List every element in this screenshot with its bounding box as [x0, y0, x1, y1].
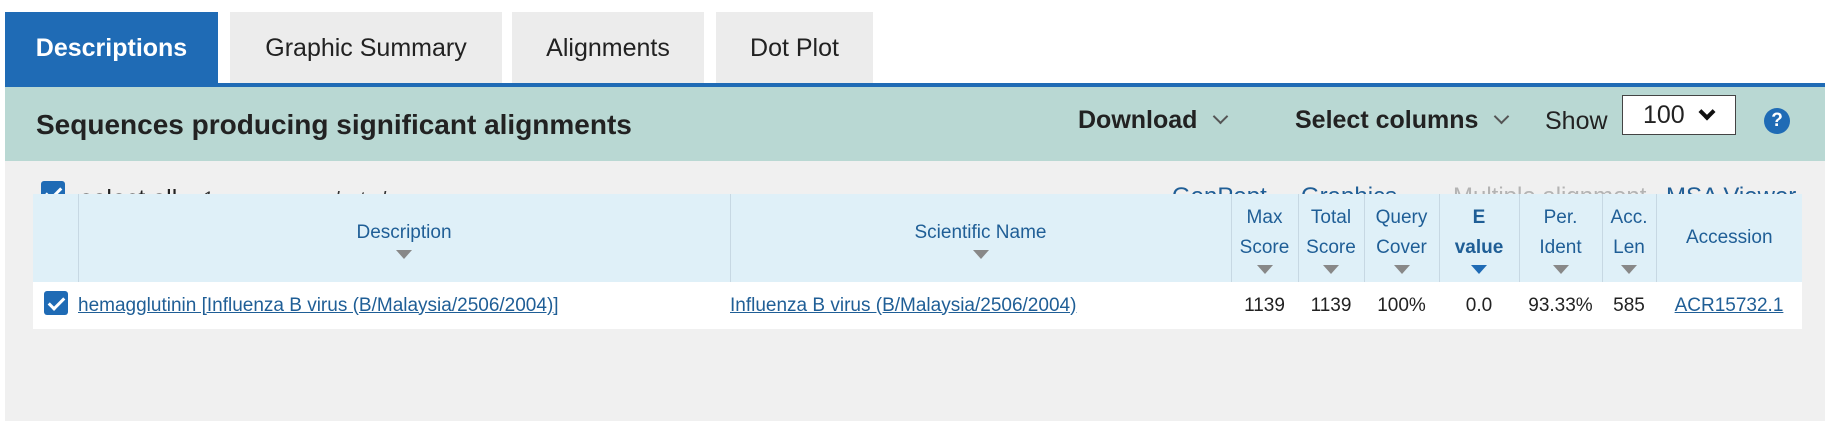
sort-arrow-icon [1256, 264, 1273, 274]
checkbox-checked-icon [43, 290, 68, 315]
query-cover-cell: 100% [1364, 282, 1439, 329]
header-accession-label: Accession [1685, 227, 1773, 248]
download-label: Download [1078, 106, 1198, 134]
results-panel: select all 1 sequences selected GenPept … [5, 161, 1825, 421]
sort-arrow-icon [1393, 264, 1410, 274]
header-max-score-line1: Max [1246, 206, 1283, 228]
show-label: Show [1545, 107, 1608, 135]
header-acc-len-line1: Acc. [1610, 206, 1648, 228]
show-count-value: 100 [1643, 100, 1685, 129]
chevron-down-icon [1698, 103, 1716, 121]
select-columns-menu-button[interactable]: Select columns [1295, 106, 1510, 135]
sort-arrow-icon [396, 249, 412, 259]
page-title: Sequences producing significant alignmen… [36, 109, 632, 140]
chevron-down-icon [1213, 108, 1229, 125]
results-table: Description Scientific Name Max Score To… [33, 194, 1802, 329]
results-tabs: Descriptions Graphic Summary Alignments … [5, 12, 885, 84]
chevron-down-icon [1494, 108, 1510, 125]
sort-arrow-icon [1552, 264, 1569, 274]
header-description-label: Description [356, 221, 452, 243]
sort-arrow-icon [1621, 264, 1637, 274]
help-icon[interactable]: ? [1764, 108, 1790, 134]
results-header-bar: Sequences producing significant alignmen… [5, 87, 1825, 161]
row-scientific-name-cell: Influenza B virus (B/Malaysia/2506/2004) [730, 282, 1231, 329]
header-query-cover-line2: Cover [1376, 236, 1427, 258]
header-acc-len[interactable]: Acc. Len [1602, 194, 1657, 282]
row-checkbox[interactable] [43, 290, 68, 315]
tab-descriptions[interactable]: Descriptions [5, 12, 218, 84]
sort-arrow-icon [1323, 264, 1339, 274]
per-ident-cell: 93.33% [1519, 282, 1602, 329]
header-query-cover-line1: Query [1375, 206, 1428, 228]
header-scientific-name[interactable]: Scientific Name [730, 194, 1232, 282]
row-description-cell: hemagglutinin [Influenza B virus (B/Mala… [78, 282, 730, 329]
header-scientific-name-label: Scientific Name [914, 221, 1047, 243]
sort-arrow-icon [972, 249, 989, 259]
table-header-row: Description Scientific Name Max Score To… [33, 194, 1802, 282]
header-per-ident-line2: Ident [1539, 236, 1582, 258]
header-evalue-line1: E [1472, 206, 1486, 228]
total-score-cell: 1139 [1298, 282, 1364, 329]
tab-graphic-summary[interactable]: Graphic Summary [230, 12, 502, 84]
header-evalue[interactable]: E value [1439, 194, 1520, 282]
header-select-cell [33, 194, 79, 282]
tab-dot-plot[interactable]: Dot Plot [716, 12, 873, 84]
header-max-score[interactable]: Max Score [1231, 194, 1299, 282]
acc-len-cell: 585 [1602, 282, 1656, 329]
tab-alignments[interactable]: Alignments [512, 12, 704, 84]
header-total-score[interactable]: Total Score [1298, 194, 1365, 282]
header-total-score-line1: Total [1310, 206, 1352, 228]
header-evalue-line2: value [1454, 236, 1504, 258]
description-link[interactable]: hemagglutinin [Influenza B virus (B/Mala… [78, 295, 559, 316]
header-accession[interactable]: Accession [1656, 194, 1802, 282]
header-description[interactable]: Description [78, 194, 731, 282]
header-query-cover[interactable]: Query Cover [1364, 194, 1440, 282]
table-row: hemagglutinin [Influenza B virus (B/Mala… [33, 282, 1802, 329]
header-per-ident[interactable]: Per. Ident [1519, 194, 1603, 282]
max-score-cell: 1139 [1231, 282, 1298, 329]
header-per-ident-line1: Per. [1543, 206, 1578, 228]
accession-link[interactable]: ACR15732.1 [1675, 295, 1784, 316]
scientific-name-link[interactable]: Influenza B virus (B/Malaysia/2506/2004) [730, 295, 1076, 316]
sort-arrow-active-icon [1471, 264, 1487, 274]
header-max-score-line2: Score [1239, 236, 1290, 258]
accession-cell: ACR15732.1 [1656, 282, 1802, 329]
download-menu-button[interactable]: Download [1078, 106, 1229, 135]
show-count-select[interactable]: 100 [1622, 95, 1736, 135]
evalue-cell: 0.0 [1439, 282, 1519, 329]
header-acc-len-line2: Len [1613, 236, 1645, 258]
header-total-score-line2: Score [1306, 236, 1356, 258]
row-select-cell [33, 282, 78, 329]
select-columns-label: Select columns [1295, 106, 1479, 134]
